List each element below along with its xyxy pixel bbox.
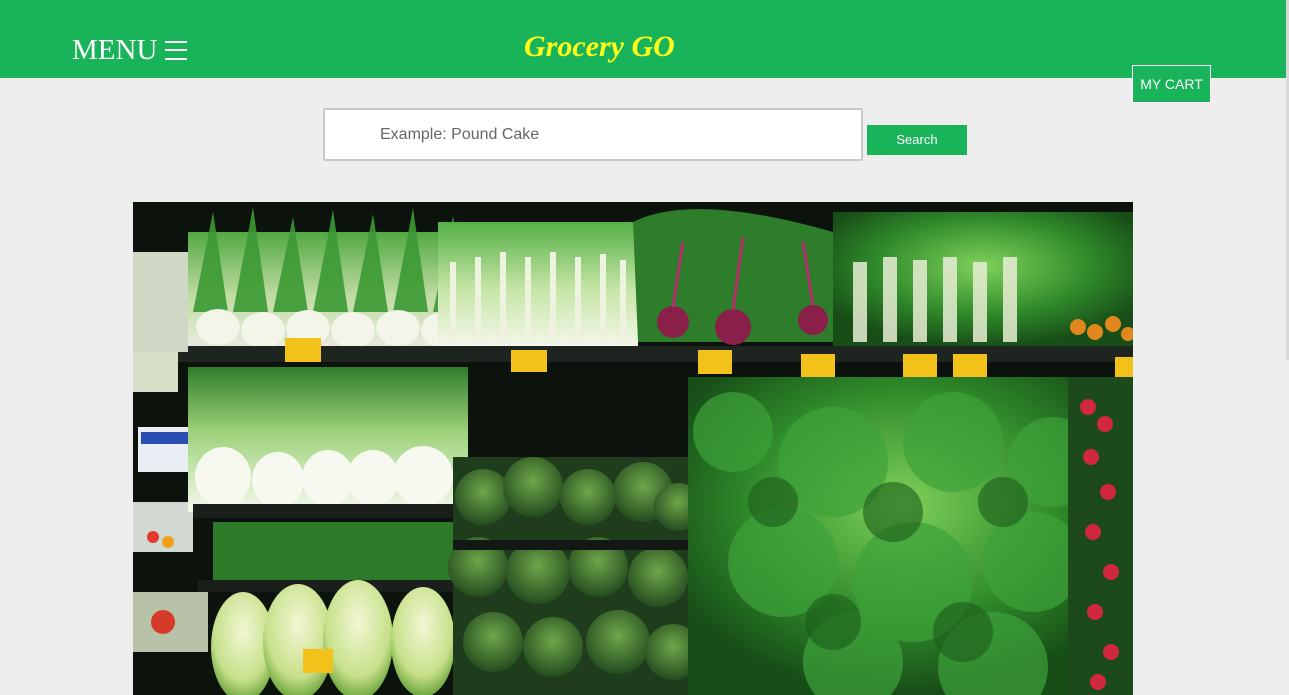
search-button[interactable]: Search bbox=[867, 125, 967, 155]
search-input[interactable] bbox=[323, 108, 863, 161]
top-bar: MENU Grocery GO bbox=[0, 0, 1286, 78]
my-cart-button[interactable]: MY CART bbox=[1132, 65, 1211, 103]
hamburger-icon bbox=[165, 40, 188, 60]
brand-title[interactable]: Grocery GO bbox=[524, 28, 675, 66]
menu-label: MENU bbox=[72, 34, 158, 66]
hero-image bbox=[133, 202, 1133, 695]
menu-button[interactable]: MENU bbox=[72, 33, 188, 67]
produce-shelves-photo bbox=[133, 202, 1133, 695]
